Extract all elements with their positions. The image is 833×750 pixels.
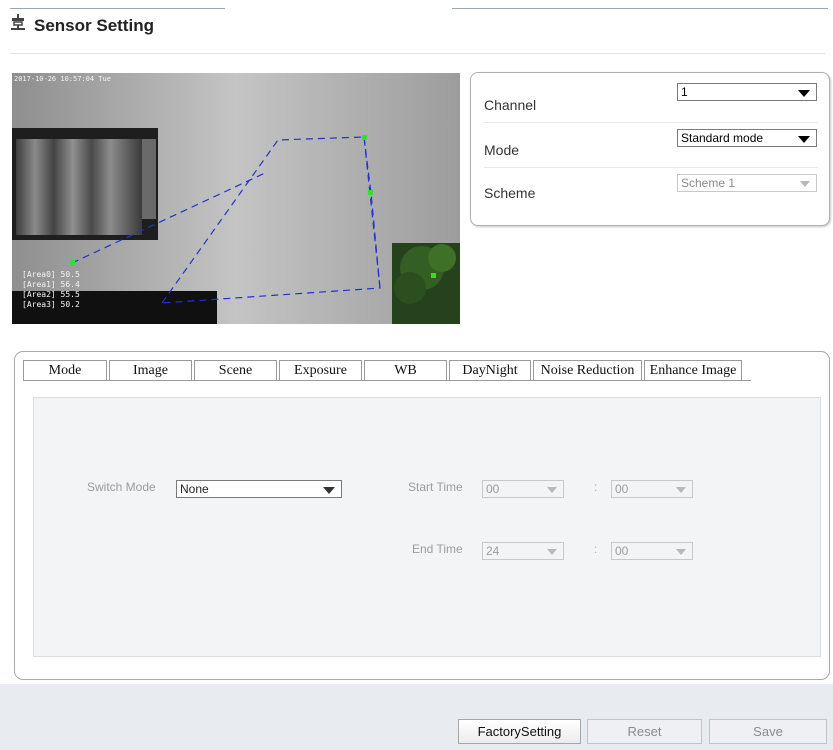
end-minute-select[interactable]: 00 bbox=[611, 542, 693, 560]
start-minute-value: 00 bbox=[615, 482, 629, 496]
channel-select-value: 1 bbox=[681, 85, 688, 99]
reset-button[interactable]: Reset bbox=[587, 719, 702, 744]
start-minute-select[interactable]: 00 bbox=[611, 480, 693, 498]
chevron-down-icon bbox=[676, 487, 686, 493]
area-label-3: [Area3] 50.2 bbox=[22, 300, 80, 309]
factory-setting-button[interactable]: FactorySetting bbox=[458, 719, 581, 744]
tab-enhance-image[interactable]: Enhance Image bbox=[644, 360, 742, 380]
video-preview[interactable]: 2017-10-26 10:57:04 Tue [Area0] 50.5 [Ar… bbox=[12, 73, 460, 324]
mode-tab-content: Switch Mode None Start Time 00 : 00 End … bbox=[33, 397, 821, 657]
chevron-down-icon bbox=[676, 549, 686, 555]
scheme-select-value: Scheme 1 bbox=[681, 176, 736, 190]
page-header: Sensor Setting bbox=[10, 14, 154, 37]
page-title: Sensor Setting bbox=[34, 15, 154, 35]
end-minute-value: 00 bbox=[615, 544, 629, 558]
scheme-row: Scheme Scheme 1 bbox=[484, 167, 818, 211]
top-divider-left bbox=[10, 8, 225, 9]
tab-exposure[interactable]: Exposure bbox=[279, 360, 362, 380]
tab-scene[interactable]: Scene bbox=[194, 360, 277, 380]
tab-wb[interactable]: WB bbox=[364, 360, 447, 380]
row-divider bbox=[484, 122, 818, 123]
tab-image[interactable]: Image bbox=[109, 360, 192, 380]
sensor-icon bbox=[10, 14, 26, 37]
switch-mode-select[interactable]: None bbox=[176, 480, 342, 498]
mode-select[interactable]: Standard mode bbox=[677, 129, 817, 147]
chevron-down-icon bbox=[547, 549, 557, 555]
chevron-down-icon bbox=[547, 487, 557, 493]
start-hour-value: 00 bbox=[486, 482, 500, 496]
scheme-label: Scheme bbox=[484, 185, 536, 201]
start-time-label: Start Time bbox=[408, 480, 463, 494]
tab-mode[interactable]: Mode bbox=[23, 360, 107, 380]
end-hour-value: 24 bbox=[486, 544, 500, 558]
mode-select-value: Standard mode bbox=[681, 131, 764, 145]
chevron-down-icon bbox=[798, 90, 810, 97]
time-separator: : bbox=[594, 542, 598, 556]
chevron-down-icon bbox=[323, 487, 335, 494]
channel-row: Channel 1 bbox=[484, 79, 818, 123]
tab-daynight[interactable]: DayNight bbox=[449, 360, 531, 380]
switch-mode-label: Switch Mode bbox=[87, 480, 156, 494]
channel-select[interactable]: 1 bbox=[677, 83, 817, 101]
tab-underline bbox=[23, 380, 751, 381]
start-hour-select[interactable]: 00 bbox=[482, 480, 564, 498]
chevron-down-icon bbox=[798, 136, 810, 143]
mode-row: Mode Standard mode bbox=[484, 124, 818, 168]
chevron-down-icon bbox=[800, 181, 810, 187]
image-settings-tabs: Mode Image Scene Exposure WB DayNight No… bbox=[14, 351, 830, 680]
tab-bar: Mode Image Scene Exposure WB DayNight No… bbox=[23, 360, 744, 380]
top-divider-right bbox=[452, 8, 828, 9]
area-label-2: [Area2] 55.5 bbox=[22, 290, 80, 299]
save-button[interactable]: Save bbox=[709, 719, 827, 744]
channel-label: Channel bbox=[484, 97, 537, 113]
time-separator: : bbox=[594, 480, 598, 494]
mode-label: Mode bbox=[484, 142, 520, 158]
area-label-0: [Area0] 50.5 bbox=[22, 270, 80, 279]
header-divider bbox=[10, 53, 825, 54]
end-time-label: End Time bbox=[412, 542, 463, 556]
switch-mode-value: None bbox=[180, 482, 209, 496]
scheme-select[interactable]: Scheme 1 bbox=[677, 174, 817, 192]
video-timestamp: 2017-10-26 10:57:04 Tue bbox=[14, 75, 111, 83]
end-hour-select[interactable]: 24 bbox=[482, 542, 564, 560]
area-label-1: [Area1] 56.4 bbox=[22, 280, 80, 289]
sensor-settings-panel: Channel 1 Mode Standard mode Scheme Sche… bbox=[470, 72, 830, 226]
tab-noise-reduction[interactable]: Noise Reduction bbox=[533, 360, 642, 380]
